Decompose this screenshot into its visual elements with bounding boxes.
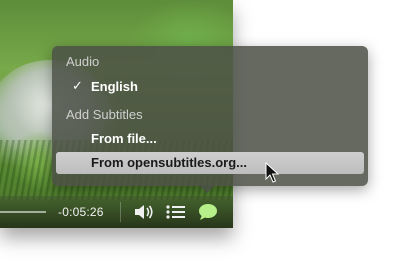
subtitle-item-label: From opensubtitles.org... [91,155,248,170]
add-subtitles-header: Add Subtitles [66,107,143,122]
audio-item-label: English [91,79,138,94]
subtitle-item-label: From file... [91,131,157,146]
control-bar: -0:05:26 [0,196,233,228]
subtitle-item-opensubtitles[interactable]: From opensubtitles.org... [56,152,364,174]
time-remaining: -0:05:26 [58,205,104,219]
volume-icon[interactable] [133,203,155,221]
subtitle-item-from-file[interactable]: From file... [56,128,364,150]
checkmark-icon: ✓ [72,78,83,93]
audio-item-english[interactable]: ✓ English [56,76,364,98]
playlist-icon[interactable] [165,203,187,221]
progress-scrubber[interactable] [0,211,46,213]
popover-arrow [199,185,215,193]
audio-subtitles-popover: Audio ✓ English Add Subtitles From file.… [52,46,368,186]
control-divider [120,202,121,222]
mouse-cursor-icon [265,162,279,183]
subtitles-icon[interactable] [197,203,219,221]
audio-header: Audio [66,54,100,69]
